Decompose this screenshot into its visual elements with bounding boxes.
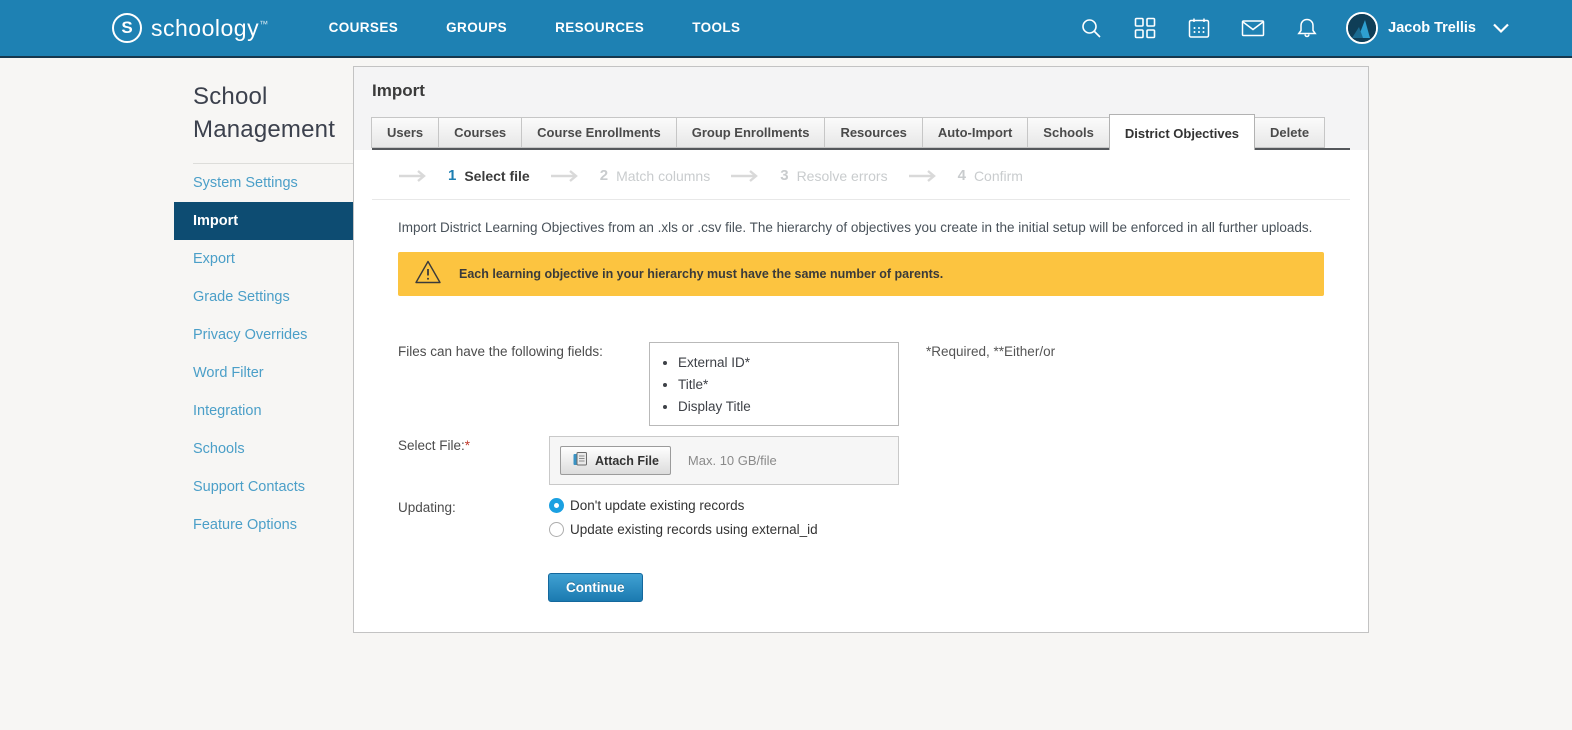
warning-banner: Each learning objective in your hierarch… [398,252,1324,296]
required-asterisk: * [465,438,470,453]
max-file-size-note: Max. 10 GB/file [688,453,777,468]
attach-file-icon [572,451,588,470]
step: 3 Resolve errors [710,167,887,184]
warning-text: Each learning objective in your hierarch… [459,267,943,281]
brand-name: schoology™ [151,15,269,42]
select-file-row: Select File:* Attach File Max. 10 GB/fil… [398,436,1324,485]
step-arrow-icon [730,170,760,182]
updating-label: Updating: [398,498,549,515]
panel-header: Import UsersCoursesCourse EnrollmentsGro… [354,67,1368,150]
tab[interactable]: Resources [824,117,922,148]
app-grid-icon[interactable] [1132,15,1158,41]
sidebar-item[interactable]: System Settings [174,164,354,202]
tab[interactable]: Group Enrollments [676,117,826,148]
messages-icon[interactable] [1240,15,1266,41]
import-panel: Import UsersCoursesCourse EnrollmentsGro… [353,66,1369,633]
tab[interactable]: Courses [438,117,522,148]
radio-label: Don't update existing records [570,498,744,513]
schoology-logo[interactable]: S schoology™ [112,13,269,43]
tab[interactable]: Delete [1254,117,1325,148]
step-arrow-icon [550,170,580,182]
notifications-icon[interactable] [1294,15,1320,41]
panel-title: Import [372,81,1350,101]
sidebar-item[interactable]: Feature Options [174,506,354,544]
sidebar-item[interactable]: Grade Settings [174,278,354,316]
primary-nav: COURSESGROUPSRESOURCESTOOLS [305,0,765,56]
updating-row: Updating: Don't update existing records … [398,498,1324,546]
nav-item[interactable]: RESOURCES [531,0,668,56]
step-arrow-icon [398,170,428,182]
step-arrow-icon [908,170,938,182]
continue-button[interactable]: Continue [548,573,643,602]
field-item: Title* [678,373,892,395]
select-file-label: Select File:* [398,436,549,453]
field-item: External ID* [678,351,892,373]
fields-list: External ID*Title*Display Title [649,342,899,426]
radio-button[interactable] [549,522,564,537]
sidebar-item[interactable]: Word Filter [174,354,354,392]
import-tabs: UsersCoursesCourse EnrollmentsGroup Enro… [372,114,1350,150]
updating-options: Don't update existing records Update exi… [549,498,818,546]
updating-option[interactable]: Don't update existing records [549,498,818,513]
sidebar-item[interactable]: Export [174,240,354,278]
nav-item[interactable]: GROUPS [422,0,531,56]
fields-label: Files can have the following fields: [398,342,649,359]
step-indicator: 1 Select file 2 Match columns 3 [372,150,1350,200]
page-title: School Management [174,66,354,146]
fields-row: Files can have the following fields: Ext… [398,342,1324,426]
tab[interactable]: Users [371,117,439,148]
import-description: Import District Learning Objectives from… [398,220,1324,235]
sidebar-item[interactable]: Support Contacts [174,468,354,506]
sidebar-item[interactable]: Privacy Overrides [174,316,354,354]
panel-body: 1 Select file 2 Match columns 3 [354,150,1368,602]
trademark-mark: ™ [259,19,269,29]
import-form: Files can have the following fields: Ext… [398,342,1324,602]
chevron-down-icon[interactable] [1492,22,1510,34]
warning-triangle-icon [414,259,442,290]
nav-item[interactable]: COURSES [305,0,423,56]
field-item: Display Title [678,395,892,417]
calendar-icon[interactable] [1186,15,1212,41]
attach-file-button[interactable]: Attach File [560,446,671,475]
sidebar-menu: System SettingsImportExportGrade Setting… [174,164,354,544]
schoology-s-icon: S [112,13,142,43]
updating-option[interactable]: Update existing records using external_i… [549,522,818,537]
user-avatar[interactable] [1346,12,1378,44]
tab[interactable]: Course Enrollments [521,117,677,148]
tab[interactable]: Schools [1027,117,1110,148]
tab[interactable]: District Objectives [1109,114,1255,150]
nav-item[interactable]: TOOLS [668,0,764,56]
sidebar-item[interactable]: Integration [174,392,354,430]
step: 4 Confirm [888,167,1023,184]
user-name[interactable]: Jacob Trellis [1388,20,1476,36]
attach-file-area: Attach File Max. 10 GB/file [549,436,899,485]
sidebar-item[interactable]: Schools [174,430,354,468]
tab[interactable]: Auto-Import [922,117,1028,148]
step: 1 Select file [378,167,530,184]
radio-button[interactable] [549,498,564,513]
radio-label: Update existing records using external_i… [570,522,818,537]
step: 2 Match columns [530,167,711,184]
attach-file-button-label: Attach File [595,454,659,468]
search-icon[interactable] [1078,15,1104,41]
required-note: *Required, **Either/or [926,342,1055,359]
top-header: S schoology™ COURSESGROUPSRESOURCESTOOLS… [0,0,1572,58]
sidebar: School Management System SettingsImportE… [174,66,354,544]
sidebar-item[interactable]: Import [174,202,354,240]
header-actions: Jacob Trellis [1050,12,1510,44]
